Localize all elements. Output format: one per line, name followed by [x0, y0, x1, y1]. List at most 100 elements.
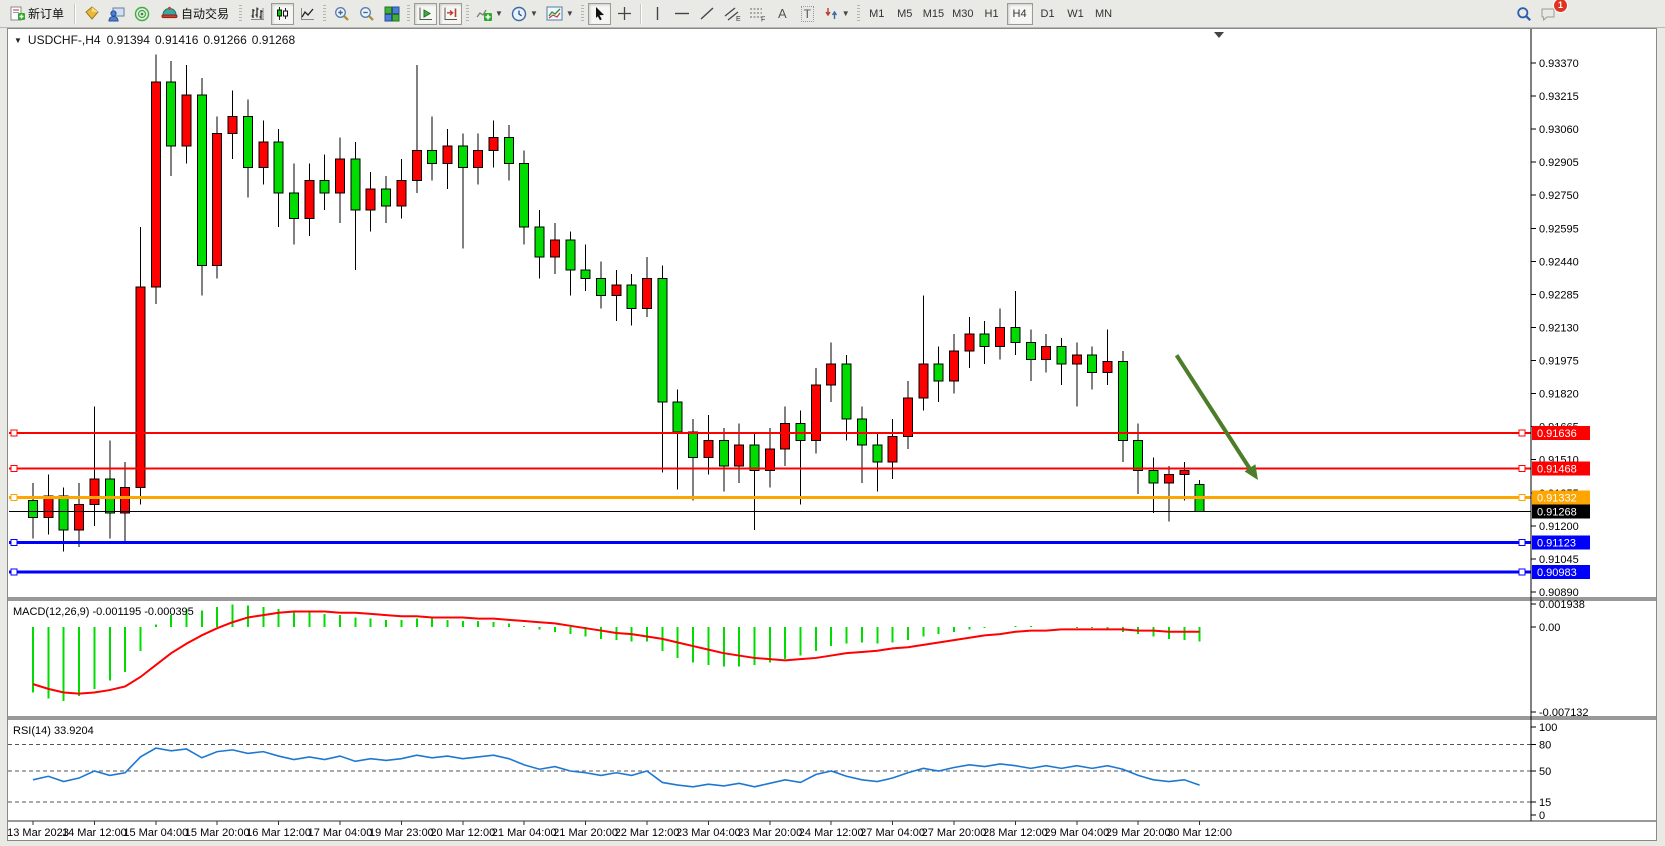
vertical-line-tool[interactable]	[646, 3, 669, 25]
svg-text:0.91636: 0.91636	[1537, 428, 1577, 440]
timeframe-m15[interactable]: M15	[920, 3, 947, 25]
toolbar-grip	[239, 5, 242, 23]
svg-text:0.001938: 0.001938	[1539, 599, 1585, 611]
line-chart-icon	[300, 6, 315, 21]
timeframe-m30[interactable]: M30	[949, 3, 976, 25]
trendline-tool[interactable]	[696, 3, 719, 25]
candlestick-chart-button[interactable]	[271, 3, 294, 25]
rsi-label: RSI(14) 33.9204	[13, 725, 94, 737]
zoom-out-button[interactable]	[355, 3, 378, 25]
svg-text:0.91045: 0.91045	[1539, 554, 1579, 566]
svg-text:0: 0	[1539, 810, 1545, 822]
periods-button[interactable]: ▼	[508, 3, 541, 25]
vertical-line-icon	[651, 6, 664, 21]
svg-text:0.93060: 0.93060	[1539, 124, 1579, 136]
svg-text:0.90890: 0.90890	[1539, 587, 1579, 599]
svg-text:0.92750: 0.92750	[1539, 190, 1579, 202]
high-value: 0.91416	[155, 33, 198, 47]
svg-text:0.93370: 0.93370	[1539, 58, 1579, 70]
arrows-tool[interactable]: ▼	[821, 3, 853, 25]
auto-scroll-button[interactable]	[414, 3, 437, 25]
svg-text:0.92130: 0.92130	[1539, 322, 1579, 334]
zoom-out-icon	[359, 6, 375, 22]
svg-text:20 Mar 12:00: 20 Mar 12:00	[430, 827, 495, 839]
svg-text:0.91820: 0.91820	[1539, 389, 1579, 401]
dropdown-caret-icon: ▼	[566, 10, 574, 18]
label-tool[interactable]: T	[796, 3, 819, 25]
horizontal-line-icon	[674, 6, 690, 21]
timeframe-h1[interactable]: H1	[979, 3, 1005, 25]
toolbar-grip	[581, 5, 584, 23]
svg-text:17 Mar 04:00: 17 Mar 04:00	[308, 827, 373, 839]
line-chart-button[interactable]	[296, 3, 319, 25]
cursor-icon	[593, 6, 606, 21]
chart-shift-icon	[443, 6, 459, 21]
signals-button[interactable]	[130, 3, 153, 25]
svg-text:0.92440: 0.92440	[1539, 256, 1579, 268]
text-tool-icon: A	[778, 6, 787, 21]
template-button[interactable]: ▼	[543, 3, 577, 25]
dropdown-caret-icon: ▼	[495, 10, 503, 18]
notification-badge[interactable]: 1	[1553, 0, 1568, 13]
arrows-tool-icon	[824, 6, 839, 21]
navigator-button[interactable]	[105, 3, 128, 25]
svg-text:0.91200: 0.91200	[1539, 521, 1579, 533]
price-tag-0.91332: 0.91332	[1532, 491, 1590, 505]
crosshair-button[interactable]	[613, 3, 636, 25]
label-tool-icon: T	[801, 6, 814, 22]
price-tag-0.91636: 0.91636	[1532, 426, 1590, 440]
timeframe-m1[interactable]: M1	[864, 3, 890, 25]
signals-icon	[134, 6, 150, 22]
search-button[interactable]	[1512, 3, 1535, 25]
svg-text:E: E	[736, 16, 741, 22]
periods-clock-icon	[511, 6, 527, 22]
auto-scroll-icon	[418, 6, 434, 21]
zoom-in-button[interactable]	[330, 3, 353, 25]
svg-text:15: 15	[1539, 797, 1551, 809]
ea-cap-icon	[161, 6, 178, 21]
toolbar: 新订单 自动交易	[0, 0, 1665, 28]
timeframe-mn[interactable]: MN	[1091, 3, 1117, 25]
indicators-button[interactable]: ▼	[473, 3, 506, 25]
fibonacci-tool[interactable]: F	[746, 3, 769, 25]
svg-text:16 Mar 12:00: 16 Mar 12:00	[246, 827, 311, 839]
price-tag-0.90983: 0.90983	[1532, 565, 1590, 579]
bid-price-tag: 0.91268	[1532, 504, 1590, 518]
auto-trading-button[interactable]: 自动交易	[155, 3, 235, 25]
svg-text:0.91123: 0.91123	[1537, 537, 1576, 549]
chart-title: ▼ USDCHF-,H4 0.91394 0.91416 0.91266 0.9…	[14, 33, 295, 47]
svg-text:21 Mar 20:00: 21 Mar 20:00	[553, 827, 618, 839]
candlestick-icon	[275, 6, 290, 21]
svg-text:0.91332: 0.91332	[1537, 493, 1577, 505]
new-order-button[interactable]: 新订单	[4, 3, 70, 25]
timeframe-m5[interactable]: M5	[892, 3, 918, 25]
chart-window: ▼ USDCHF-,H4 0.91394 0.91416 0.91266 0.9…	[7, 28, 1657, 841]
horizontal-line-tool[interactable]	[671, 3, 694, 25]
macd-label: MACD(12,26,9) -0.001195 -0.000395	[13, 606, 194, 618]
svg-text:0.91975: 0.91975	[1539, 356, 1579, 368]
chart-shift-button[interactable]	[439, 3, 462, 25]
svg-text:30 Mar 12:00: 30 Mar 12:00	[1167, 827, 1232, 839]
svg-text:15 Mar 20:00: 15 Mar 20:00	[185, 827, 250, 839]
toolbar-grip	[323, 5, 326, 23]
svg-text:0.91468: 0.91468	[1537, 464, 1577, 476]
svg-text:100: 100	[1539, 722, 1557, 734]
bar-chart-button[interactable]	[246, 3, 269, 25]
svg-text:29 Mar 20:00: 29 Mar 20:00	[1106, 827, 1171, 839]
dropdown-caret-icon: ▼	[842, 10, 850, 18]
equidistant-channel-icon: E	[724, 6, 741, 22]
cursor-button[interactable]	[588, 3, 611, 25]
svg-text:23 Mar 20:00: 23 Mar 20:00	[737, 827, 802, 839]
svg-text:29 Mar 04:00: 29 Mar 04:00	[1044, 827, 1109, 839]
gold-widget-button[interactable]	[80, 3, 103, 25]
tile-windows-button[interactable]	[380, 3, 403, 25]
collapse-triangle-icon[interactable]: ▼	[14, 36, 22, 45]
timeframe-h4[interactable]: H4	[1007, 3, 1033, 25]
text-tool[interactable]: A	[771, 3, 794, 25]
zoom-in-icon	[334, 6, 350, 22]
equidistant-channel-tool[interactable]: E	[721, 3, 744, 25]
chart-canvas[interactable]: 0.933700.932150.930600.929050.927500.925…	[8, 29, 1656, 840]
timeframe-d1[interactable]: D1	[1035, 3, 1061, 25]
svg-text:24 Mar 12:00: 24 Mar 12:00	[799, 827, 864, 839]
timeframe-w1[interactable]: W1	[1063, 3, 1089, 25]
